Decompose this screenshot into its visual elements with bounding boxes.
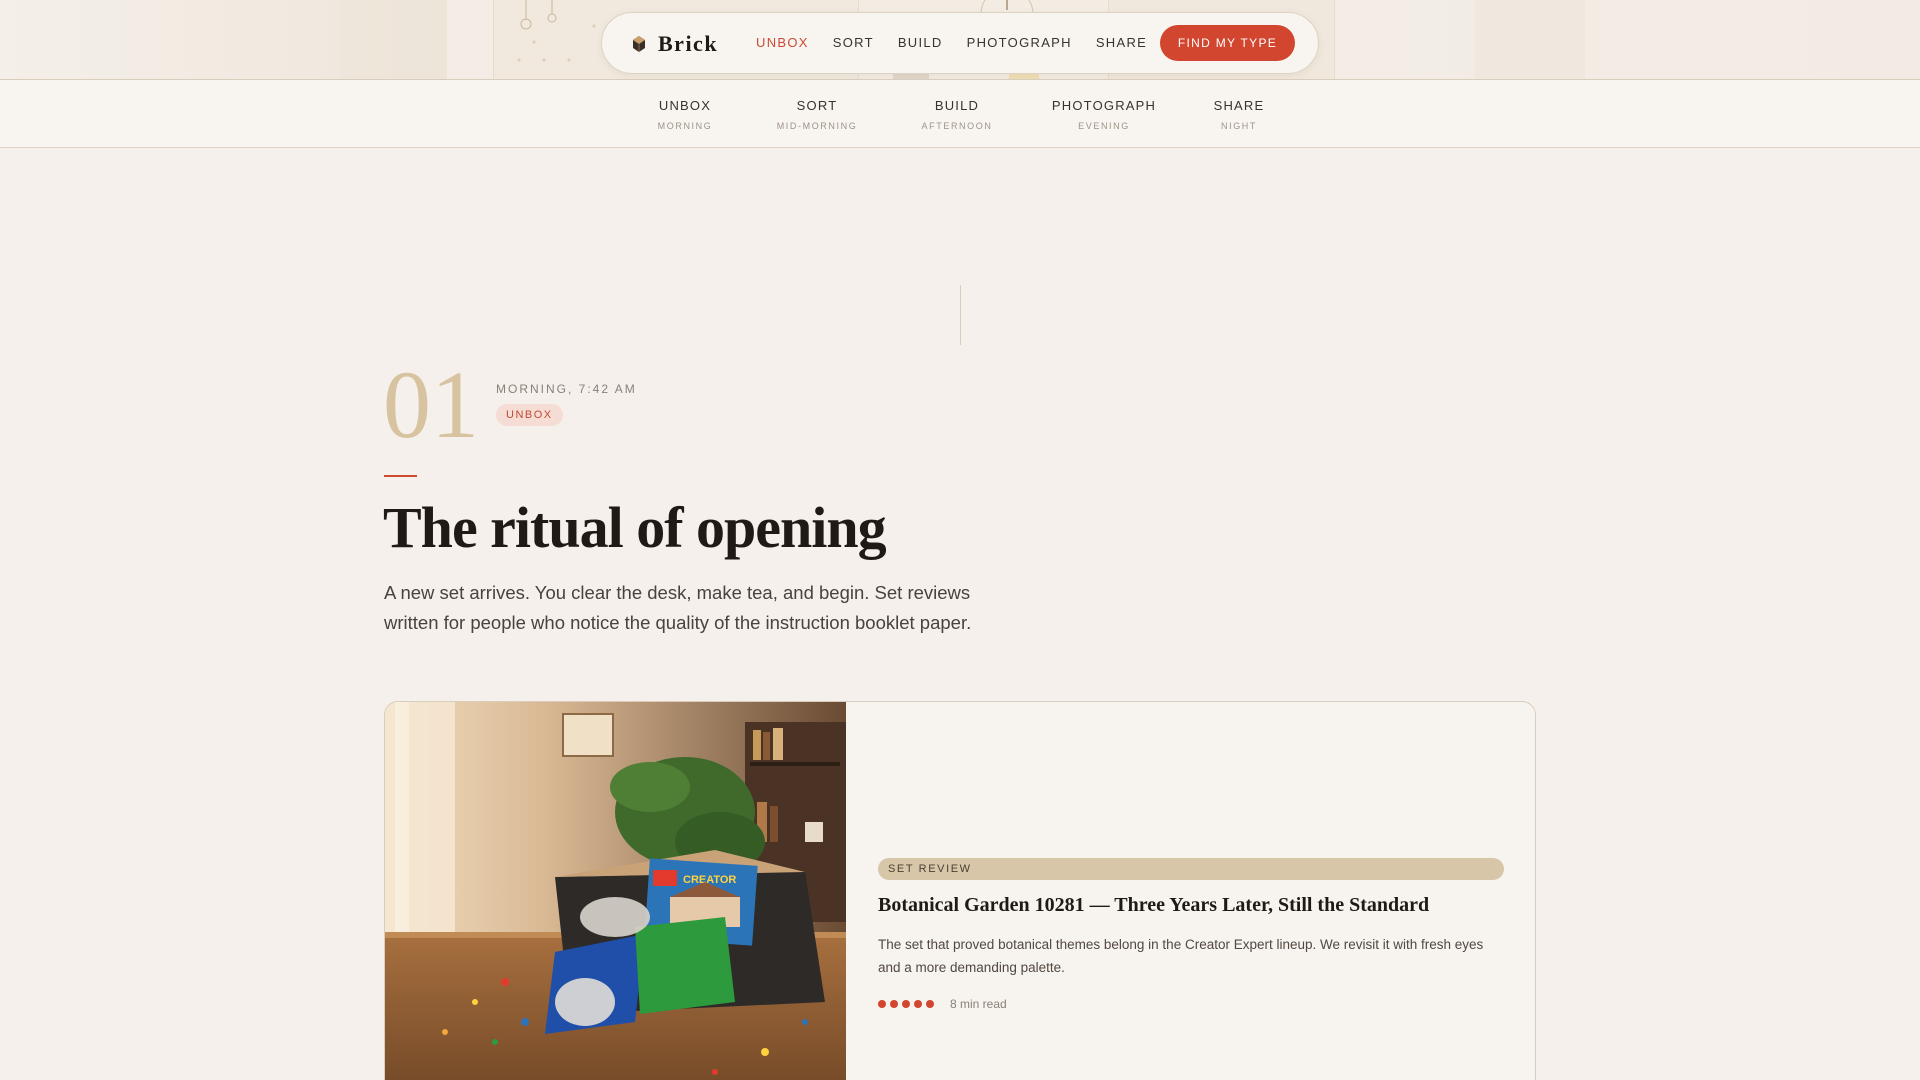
brand-name: Brick: [658, 31, 719, 56]
brick-logo-icon: [633, 36, 645, 52]
accent-rule: [384, 475, 417, 477]
read-time: 8 min read: [950, 997, 1007, 1011]
review-card-image: CREATOR: [385, 702, 846, 1080]
nav-link-share[interactable]: SHARE: [1096, 35, 1147, 50]
timeline-item-label: UNBOX: [658, 98, 712, 113]
timeline-item-time: EVENING: [1078, 121, 1130, 131]
main-navigation: Brick UNBOX SORT BUILD PHOTOGRAPH SHARE …: [601, 12, 1319, 74]
timeline-item-time: MID-MORNING: [776, 121, 858, 131]
find-my-type-button[interactable]: FIND MY TYPE: [1160, 25, 1295, 61]
rating-dot-icon: [926, 1000, 934, 1008]
nav-links: UNBOX SORT BUILD PHOTOGRAPH SHARE: [756, 35, 1171, 50]
review-card-body: SET REVIEW Botanical Garden 10281 — Thre…: [878, 858, 1504, 1011]
timeline-item-time: AFTERNOON: [921, 121, 993, 131]
rating-dots: [878, 1000, 938, 1008]
rating-dot-icon: [902, 1000, 910, 1008]
timeline-item-sort[interactable]: SORT MID-MORNING: [767, 98, 867, 131]
rating-dot-icon: [878, 1000, 886, 1008]
timeline-item-share[interactable]: SHARE NIGHT: [1199, 98, 1279, 131]
section-tag: UNBOX: [496, 404, 563, 426]
hanging-lights-decor: [0, 0, 447, 80]
nav-link-unbox[interactable]: UNBOX: [756, 35, 809, 50]
timeline-item-unbox[interactable]: UNBOX MORNING: [640, 98, 730, 131]
rating-dot-icon: [914, 1000, 922, 1008]
rating-dot-icon: [890, 1000, 898, 1008]
brand-logo[interactable]: Brick: [632, 31, 718, 57]
timeline-item-time: NIGHT: [1221, 121, 1257, 131]
section-divider-line: [960, 285, 961, 345]
timeline-item-photograph[interactable]: PHOTOGRAPH EVENING: [1049, 98, 1159, 131]
timeline-item-label: SORT: [796, 98, 838, 113]
section-title: The ritual of opening: [383, 495, 887, 560]
site-header: Brick UNBOX SORT BUILD PHOTOGRAPH SHARE …: [0, 0, 1920, 80]
nav-link-photograph[interactable]: PHOTOGRAPH: [967, 35, 1072, 50]
section-time: MORNING, 7:42 AM: [496, 382, 637, 396]
nav-link-sort[interactable]: SORT: [833, 35, 874, 50]
timeline-item-label: BUILD: [934, 98, 980, 113]
section-description: A new set arrives. You clear the desk, m…: [384, 582, 972, 633]
section-number: 01: [383, 351, 479, 458]
timeline-item-time: MORNING: [657, 121, 713, 131]
review-card[interactable]: CREATOR SET REVIEW Botanical Garden 1028…: [384, 701, 1536, 1080]
timeline-item-label: PHOTOGRAPH: [1051, 98, 1157, 113]
timeline-item-label: SHARE: [1213, 98, 1265, 113]
nav-link-build[interactable]: BUILD: [898, 35, 943, 50]
header-background-decor: [0, 0, 447, 80]
timeline-subnav: UNBOX MORNING SORT MID-MORNING BUILD AFT…: [0, 80, 1920, 148]
header-background-decor: [1335, 0, 1920, 79]
timeline-item-build[interactable]: BUILD AFTERNOON: [907, 98, 1007, 131]
review-excerpt: The set that proved botanical themes bel…: [878, 937, 1484, 975]
category-badge: SET REVIEW: [878, 858, 1504, 880]
review-meta: 8 min read: [878, 997, 1504, 1011]
review-title[interactable]: Botanical Garden 10281 — Three Years Lat…: [878, 894, 1504, 917]
